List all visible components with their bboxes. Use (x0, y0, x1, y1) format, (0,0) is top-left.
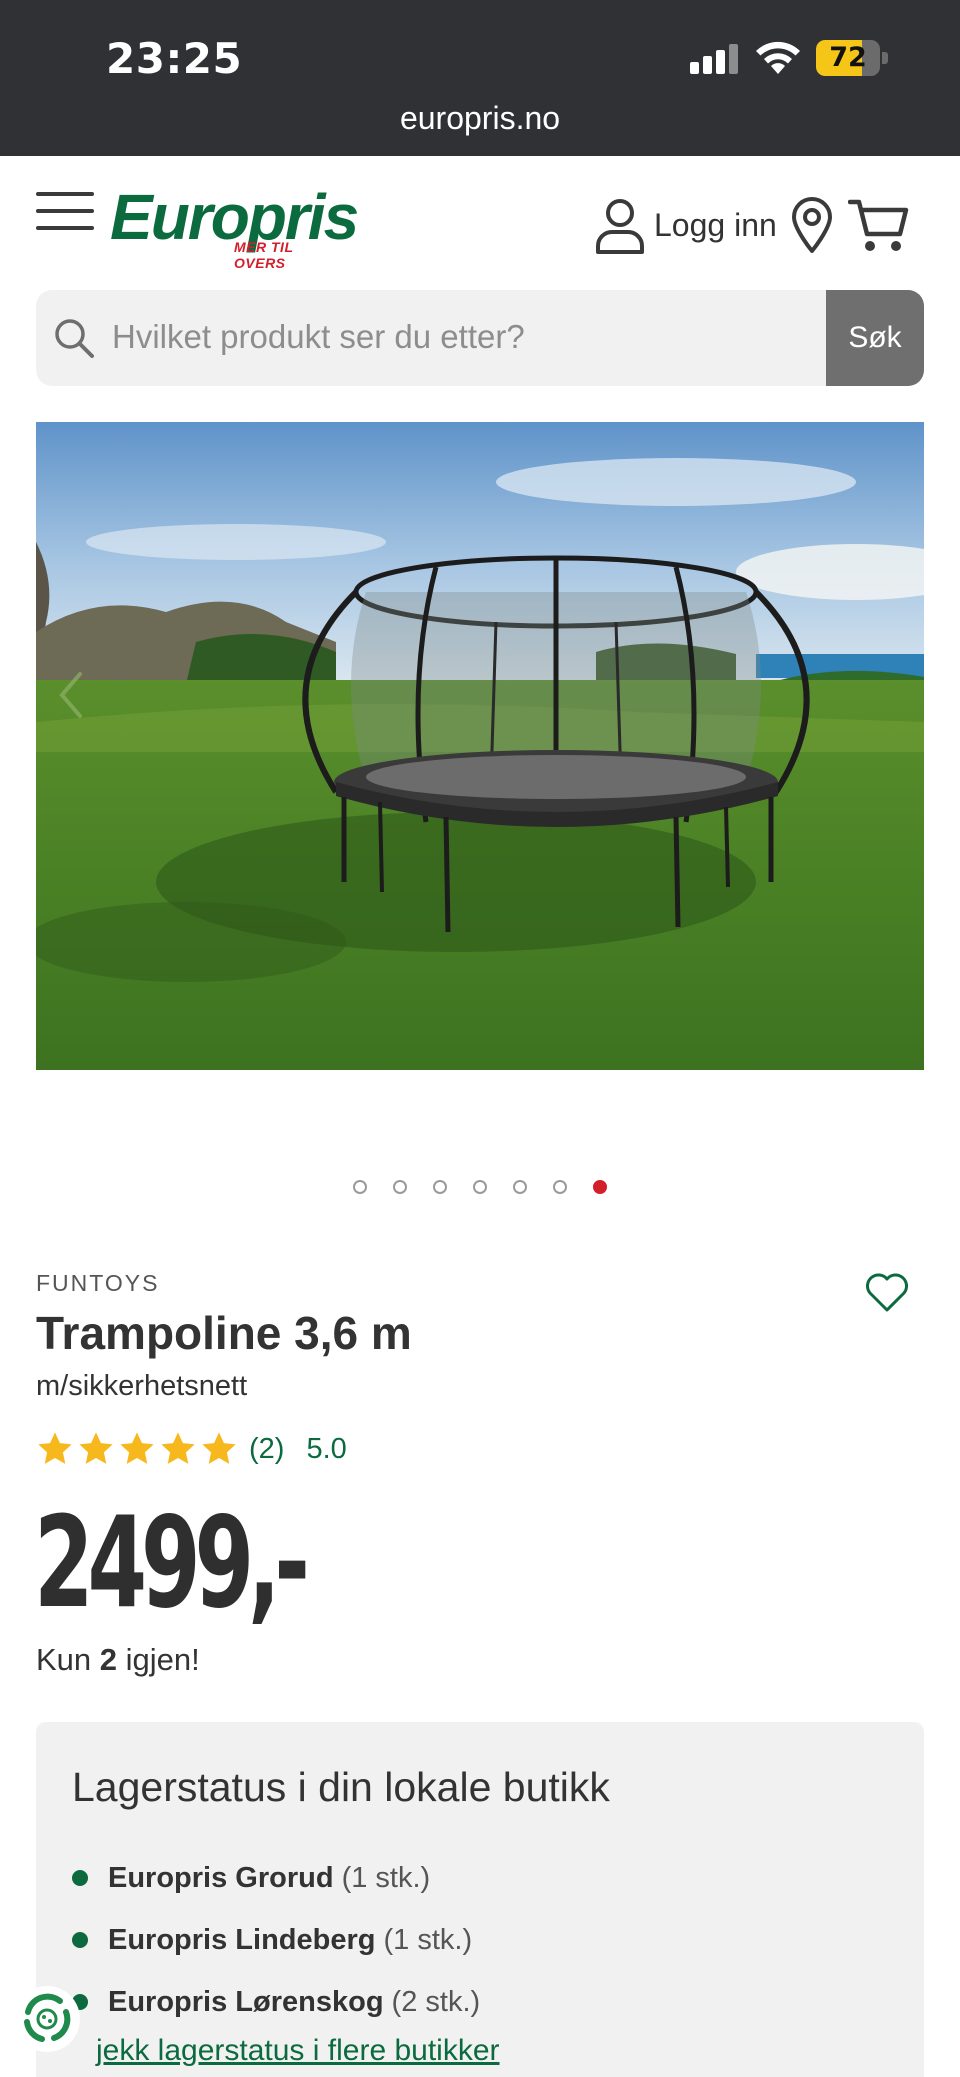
star-icon (120, 1432, 154, 1464)
battery-icon: 72 (816, 40, 888, 76)
stock-suffix: igjen! (117, 1642, 200, 1677)
store-name: Europris Grorud (108, 1861, 334, 1894)
rating-score: 5.0 (306, 1432, 347, 1465)
store-qty: (1 stk.) (383, 1923, 473, 1956)
store-qty: (2 stk.) (391, 1985, 481, 2018)
product-title: Trampoline 3,6 m (36, 1307, 412, 1359)
product-image[interactable] (36, 422, 924, 1070)
search-bar: Hvilket produkt ser du etter? Søk (36, 290, 924, 386)
store-stock-heading: Lagerstatus i din lokale butikk (72, 1764, 610, 1810)
login-button[interactable]: Logg inn (594, 196, 777, 254)
store-item: Europris Lørenskog (2 stk.) (72, 1982, 480, 2022)
chevron-left-icon[interactable] (56, 670, 86, 720)
europris-logo[interactable]: Europris MER TIL OVERS (110, 180, 359, 271)
carousel-dot[interactable] (353, 1179, 367, 1194)
store-name: Europris Lindeberg (108, 1923, 376, 1956)
status-time: 23:25 (106, 34, 243, 83)
review-count: (2) (249, 1432, 285, 1465)
battery-percent: 72 (829, 42, 867, 73)
in-stock-dot (72, 1932, 88, 1948)
carousel-dot[interactable] (433, 1179, 447, 1194)
trampoline-photo (36, 422, 924, 1070)
cart-icon[interactable] (848, 196, 910, 254)
more-stores-link[interactable]: jekk lagerstatus i flere butikker (96, 2034, 500, 2068)
product-price: 2499,- (34, 1489, 310, 1636)
hamburger-menu-icon[interactable] (36, 190, 94, 232)
stock-count: 2 (99, 1642, 118, 1677)
store-item: Europris Grorud (1 stk.) (72, 1858, 430, 1898)
star-icon (38, 1432, 72, 1464)
product-rating[interactable]: (2) 5.0 (36, 1424, 347, 1474)
url-bar[interactable]: europris.no (0, 100, 960, 137)
login-label: Logg inn (654, 206, 777, 243)
store-stock-panel: Lagerstatus i din lokale butikk Europris… (36, 1722, 924, 2077)
wifi-icon (756, 41, 800, 74)
stock-notice: Kun 2 igjen! (36, 1642, 200, 1678)
location-pin-icon[interactable] (790, 196, 834, 254)
store-item: Europris Lindeberg (1 stk.) (72, 1920, 472, 1960)
store-name: Europris Lørenskog (108, 1985, 384, 2018)
carousel-dot[interactable] (473, 1179, 487, 1194)
user-icon (596, 199, 644, 254)
search-button[interactable]: Søk (826, 290, 924, 386)
recycle-badge-icon[interactable] (14, 1986, 80, 2052)
heart-icon[interactable] (864, 1272, 910, 1314)
carousel-dot[interactable] (553, 1179, 567, 1194)
store-qty: (1 stk.) (341, 1861, 431, 1894)
star-icon (202, 1432, 236, 1464)
star-icon (161, 1432, 195, 1464)
carousel-dots (0, 1178, 960, 1198)
search-input[interactable]: Hvilket produkt ser du etter? (112, 318, 525, 356)
product-subtitle: m/sikkerhetsnett (36, 1370, 248, 1402)
logo-tagline: MER TIL OVERS (234, 239, 294, 271)
in-stock-dot (72, 1870, 88, 1886)
status-bar: 23:25 72 europris.no (0, 0, 960, 156)
star-icon (79, 1432, 113, 1464)
product-brand[interactable]: FUNTOYS (36, 1270, 159, 1297)
carousel-dot[interactable] (593, 1179, 607, 1194)
carousel-dot[interactable] (393, 1179, 407, 1194)
search-icon (55, 319, 94, 358)
cellular-signal-icon (690, 44, 742, 74)
star-rating (36, 1430, 241, 1468)
stock-prefix: Kun (36, 1642, 100, 1677)
carousel-dot[interactable] (513, 1179, 527, 1194)
